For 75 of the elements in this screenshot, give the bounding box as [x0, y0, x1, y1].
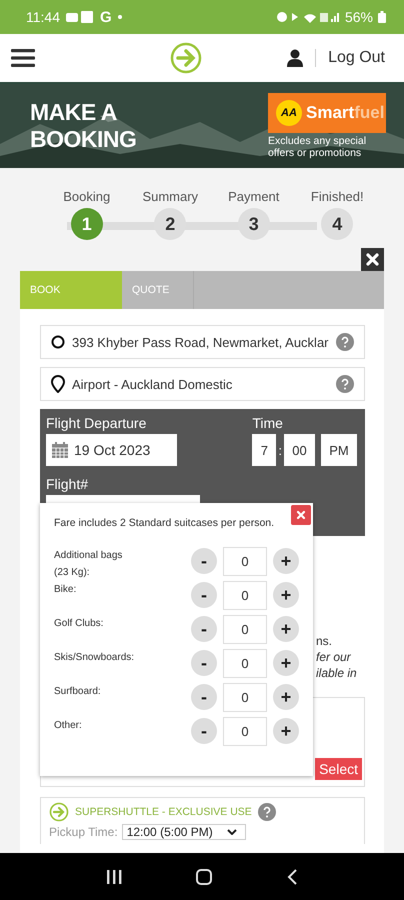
decrement-button[interactable]: -	[191, 548, 217, 574]
quantity-field[interactable]: 0	[223, 649, 267, 678]
item-label: Skis/Snowboards:	[54, 651, 136, 665]
close-icon[interactable]	[361, 248, 384, 271]
increment-button[interactable]: +	[273, 684, 299, 710]
pickup-dropdown[interactable]: 12:00 (5:00 PM)	[122, 824, 246, 840]
field-label: Time	[252, 415, 284, 431]
notice-text: ns.	[316, 633, 334, 649]
quantity-field[interactable]: 0	[223, 683, 267, 712]
step-circle[interactable]: 4	[321, 208, 354, 240]
field-label: Flight#	[46, 476, 90, 492]
increment-button[interactable]: +	[273, 548, 299, 574]
field-label: Flight Departure	[46, 415, 148, 431]
increment-button[interactable]: +	[273, 718, 299, 744]
decrement-button[interactable]: -	[191, 684, 217, 710]
chevron-down-icon	[226, 829, 237, 835]
time-separator: :	[278, 442, 282, 458]
quantity-field[interactable]: 0	[223, 581, 267, 610]
menu-icon[interactable]	[11, 48, 35, 68]
home-icon[interactable]	[194, 868, 213, 886]
battery-icon	[378, 11, 386, 23]
battery-level: 56%	[344, 9, 373, 25]
item-label: Surfboard:	[54, 685, 102, 699]
circle-icon	[51, 335, 65, 349]
step-circle[interactable]: 3	[238, 208, 270, 240]
select-button[interactable]: Select	[315, 758, 362, 780]
notice-text: fer our	[316, 649, 352, 665]
status-time: 11:44	[26, 9, 60, 25]
address-field[interactable]: Airport - Auckland Domestic	[40, 367, 365, 401]
recent-apps-icon[interactable]	[106, 868, 122, 884]
increment-button[interactable]: +	[273, 650, 299, 676]
step-label: Payment	[228, 189, 280, 204]
help-icon[interactable]	[336, 333, 354, 351]
promo-note: Excludes any special offers or promotions	[268, 135, 368, 159]
minute-field[interactable]: 00	[284, 434, 315, 466]
banner-title: MAKE A	[30, 99, 118, 126]
pickup-label: Pickup Time:	[49, 825, 118, 839]
decrement-button[interactable]: -	[191, 718, 217, 744]
service-name: SUPERSHUTTLE - EXCLUSIVE USE	[75, 806, 252, 818]
decrement-button[interactable]: -	[191, 616, 217, 642]
notification-icons	[65, 10, 95, 24]
period-field[interactable]: PM	[321, 434, 357, 466]
help-icon[interactable]	[336, 375, 354, 393]
user-icon[interactable]	[287, 49, 304, 67]
banner-title: BOOKING	[30, 126, 136, 153]
increment-button[interactable]: +	[273, 616, 299, 642]
notice-text: ilable in	[316, 665, 358, 681]
step-label: Summary	[142, 189, 198, 204]
hour-field[interactable]: 7	[252, 434, 276, 466]
arrow-logo-icon	[49, 802, 69, 822]
back-icon[interactable]	[286, 868, 298, 886]
item-label: Golf Clubs:	[54, 617, 104, 631]
help-icon[interactable]	[258, 803, 276, 821]
address-field[interactable]: 393 Khyber Pass Road, Newmarket, Aucklar	[40, 325, 365, 359]
map-pin-icon	[51, 375, 65, 393]
signal-icons	[276, 10, 340, 24]
smartfuel-logo: AA Smartfuel	[268, 93, 386, 133]
item-label: Additional bags (23 Kg):	[54, 549, 124, 580]
logout-link[interactable]: Log Out	[328, 49, 385, 67]
decrement-button[interactable]: -	[191, 650, 217, 676]
quantity-field[interactable]: 0	[223, 717, 267, 746]
decrement-button[interactable]: -	[191, 582, 217, 608]
step-circle[interactable]: 2	[154, 208, 186, 240]
date-field[interactable]: 19 Oct 2023	[46, 434, 177, 466]
calendar-icon	[52, 442, 68, 458]
item-label: Bike:	[54, 583, 78, 597]
step-label: Booking	[63, 189, 110, 204]
status-carrier: G	[100, 8, 112, 26]
increment-button[interactable]: +	[273, 582, 299, 608]
dot-icon	[116, 14, 123, 20]
fare-note: Fare includes 2 Standard suitcases per person.	[54, 517, 276, 529]
step-label: Finished!	[310, 189, 364, 204]
quantity-field[interactable]: 0	[223, 615, 267, 644]
item-label: Other:	[54, 719, 83, 733]
quantity-field[interactable]: 0	[223, 547, 267, 576]
